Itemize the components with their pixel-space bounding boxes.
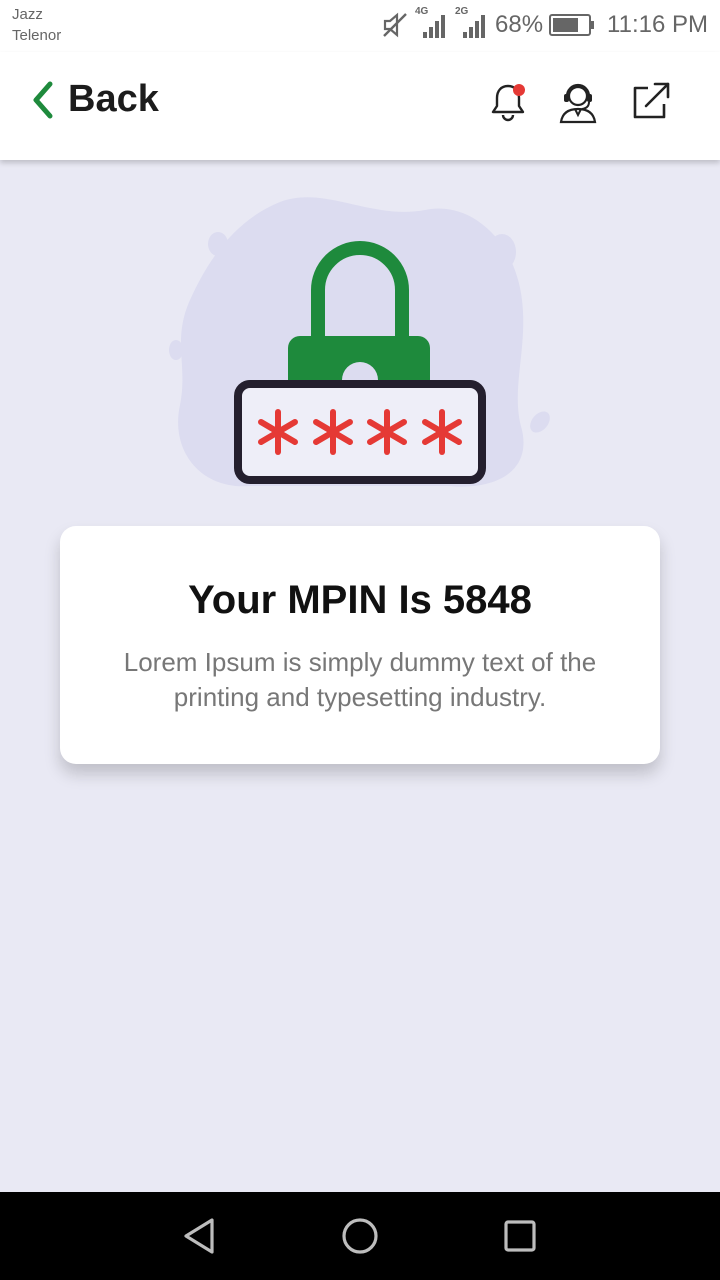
mpin-card: Your MPIN Is 5848 Lorem Ipsum is simply …: [60, 526, 660, 764]
network-1-label: 4G: [415, 6, 429, 17]
blob-drop: [530, 411, 550, 433]
carrier-2: Telenor: [12, 27, 62, 44]
status-bar: Jazz Telenor 4G 2G 68% 11:16 PM: [0, 0, 720, 52]
nav-home-button[interactable]: [330, 1206, 390, 1266]
status-indicators: 4G 2G 68% 11:16 PM: [381, 6, 708, 42]
mpin-lock-illustration: [169, 197, 550, 487]
share-button[interactable]: [628, 80, 672, 124]
chevron-left-icon: [33, 81, 53, 118]
nav-back-button[interactable]: [170, 1206, 230, 1266]
signal-2: 2G: [455, 6, 489, 40]
nav-recents-button[interactable]: [490, 1206, 550, 1266]
bell-icon: [491, 84, 525, 122]
battery-percent: 68%: [495, 11, 544, 38]
back-label: Back: [68, 78, 159, 120]
app-header: Back: [0, 52, 720, 160]
triangle-back-icon: [184, 1218, 214, 1254]
external-link-icon: [633, 82, 670, 119]
signal-1: 4G: [415, 6, 449, 40]
mpin-title: Your MPIN Is 5848: [188, 578, 532, 622]
blob-drop: [169, 340, 183, 360]
support-agent-icon: [559, 83, 597, 124]
mute-icon: [383, 12, 407, 38]
notifications-button[interactable]: [486, 80, 530, 124]
back-button[interactable]: Back: [28, 78, 159, 121]
carrier-list: Jazz Telenor: [12, 4, 61, 46]
carrier-1: Jazz: [12, 6, 43, 23]
circle-home-icon: [342, 1218, 378, 1254]
blob-drop: [488, 234, 516, 270]
mpin-description: Lorem Ipsum is simply dummy text of the …: [123, 647, 597, 712]
square-recents-icon: [504, 1220, 536, 1252]
clock: 11:16 PM: [607, 11, 708, 38]
battery-icon: [549, 14, 595, 36]
network-2-label: 2G: [455, 6, 469, 17]
navigation-bar: [0, 1192, 720, 1280]
screen: Jazz Telenor 4G 2G 68% 11:16 PM Back You…: [0, 0, 720, 1280]
blob-drop: [208, 232, 228, 256]
support-button[interactable]: [556, 80, 600, 124]
